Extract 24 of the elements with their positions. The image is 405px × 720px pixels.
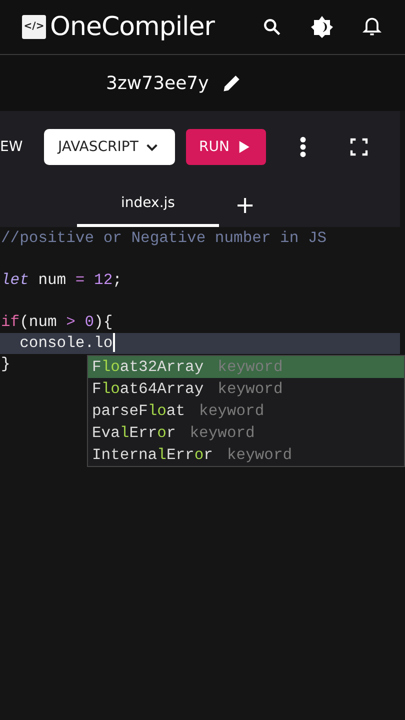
search-icon[interactable] (261, 16, 283, 38)
code-line: console.lo (18, 334, 113, 352)
suggestion-item[interactable]: parseFloat keyword (88, 400, 404, 422)
fullscreen-icon[interactable] (348, 137, 369, 157)
suggestion-item[interactable]: Float64Array keyword (88, 378, 404, 400)
brand-name[interactable]: OneCompiler (50, 8, 214, 46)
suggestion-item[interactable]: InternalError keyword (88, 444, 404, 466)
language-dropdown[interactable]: JAVASCRIPT (44, 129, 175, 165)
brightness-icon[interactable] (310, 15, 334, 39)
suggestion-item[interactable]: EvalError keyword (88, 422, 404, 444)
more-vertical-icon[interactable] (298, 136, 307, 158)
button-label[interactable]: EW (0, 136, 23, 158)
add-tab-button[interactable]: + (219, 183, 271, 227)
code-line: if(num > 0){ (1, 313, 113, 331)
code-line: //positive or Negative number in JS (1, 229, 327, 247)
run-button[interactable]: RUN (186, 129, 266, 165)
file-tab[interactable]: index.js (77, 183, 219, 227)
code-line: let num = 12; (1, 271, 122, 289)
code-line: } (1, 355, 10, 373)
bell-icon[interactable] (361, 16, 383, 38)
text-cursor (112, 333, 115, 352)
file-name: 3zw73ee7y (106, 72, 209, 96)
suggestion-item[interactable]: Float32Array keyword (88, 356, 404, 378)
logo-icon[interactable]: </> (22, 15, 46, 39)
